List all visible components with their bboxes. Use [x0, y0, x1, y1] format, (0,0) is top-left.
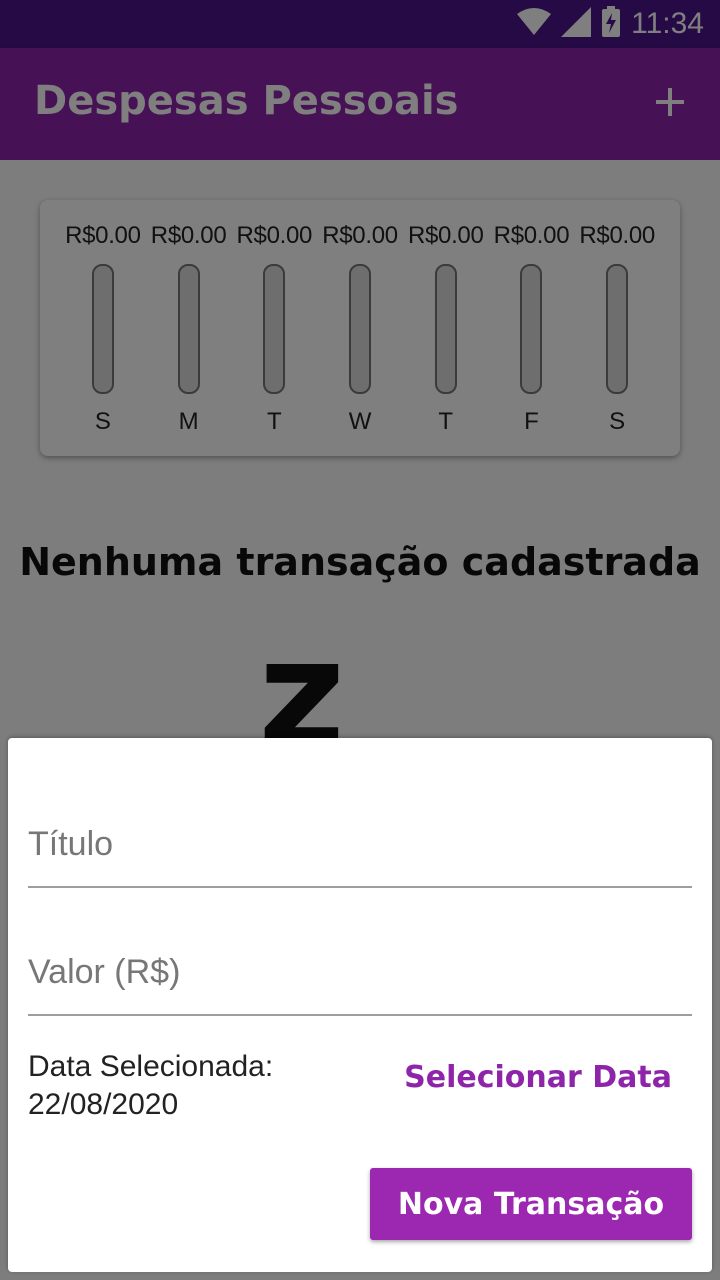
- value-input[interactable]: [28, 953, 692, 992]
- selected-date-label: Data Selecionada: 22/08/2020: [28, 1048, 273, 1124]
- selected-date-caption: Data Selecionada:: [28, 1050, 274, 1083]
- select-date-button[interactable]: Selecionar Data: [404, 1060, 672, 1095]
- new-transaction-button[interactable]: Nova Transação: [370, 1168, 692, 1240]
- value-field[interactable]: [28, 914, 692, 1016]
- new-transaction-sheet: Data Selecionada: 22/08/2020 Selecionar …: [8, 738, 712, 1272]
- title-input[interactable]: [28, 825, 692, 864]
- title-field[interactable]: [28, 786, 692, 888]
- selected-date-value: 22/08/2020: [28, 1088, 179, 1121]
